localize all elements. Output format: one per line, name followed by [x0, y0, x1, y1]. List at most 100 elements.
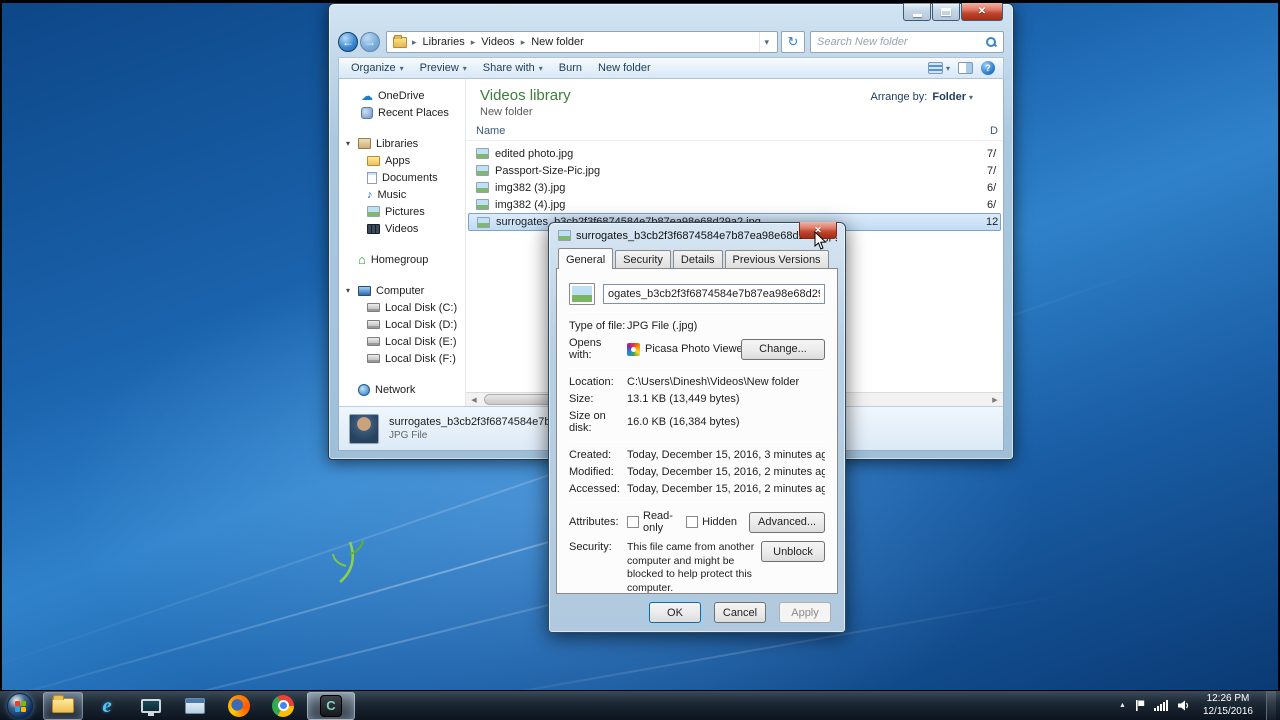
chevron-down-icon: ▾: [946, 64, 950, 73]
start-button[interactable]: [7, 693, 33, 719]
show-desktop-button[interactable]: [1266, 691, 1276, 720]
sidebar-item-music[interactable]: ♪ Music: [339, 186, 465, 203]
breadcrumb-item-libraries[interactable]: Libraries: [418, 34, 470, 50]
taskbar-explorer-button[interactable]: [43, 692, 83, 720]
search-input[interactable]: [817, 36, 985, 48]
taskbar-clock[interactable]: 12:26 PM 12/15/2016: [1203, 693, 1253, 718]
modified-value: Today, December 15, 2016, 2 minutes ago: [627, 466, 825, 478]
sidebar-item-local-disk-d[interactable]: Local Disk (D:): [339, 316, 465, 333]
refresh-button[interactable]: ↻: [781, 31, 805, 53]
advanced-button[interactable]: Advanced...: [749, 512, 825, 533]
sidebar-item-apps[interactable]: Apps: [339, 152, 465, 169]
cancel-button[interactable]: Cancel: [714, 602, 766, 623]
organize-menu[interactable]: Organize ▾: [343, 62, 412, 74]
ok-button[interactable]: OK: [649, 602, 701, 623]
sidebar-item-label: Network: [375, 384, 415, 396]
share-with-menu[interactable]: Share with ▾: [475, 62, 551, 74]
breadcrumb-item-videos[interactable]: Videos: [476, 34, 519, 50]
details-file-name: surrogates_b3cb2f3f6874584e7b87: [389, 416, 563, 428]
preview-menu[interactable]: Preview ▾: [412, 62, 475, 74]
filename-input[interactable]: [603, 284, 825, 304]
help-button[interactable]: ?: [981, 61, 995, 75]
scroll-left-icon[interactable]: ◀: [466, 393, 482, 406]
security-text: This file came from another computer and…: [627, 541, 761, 594]
breadcrumb-dropdown[interactable]: ▾: [759, 32, 773, 52]
disk-icon: [367, 354, 380, 363]
arrange-by-value: Folder: [932, 91, 966, 103]
action-center-flag-icon[interactable]: [1135, 699, 1145, 712]
change-view-button[interactable]: ▾: [928, 62, 950, 74]
sidebar-item-videos[interactable]: Videos: [339, 220, 465, 237]
file-row[interactable]: Passport-Size-Pic.jpg 7/: [468, 162, 1001, 179]
created-label: Created:: [569, 449, 627, 461]
readonly-checkbox[interactable]: [627, 516, 639, 528]
file-row[interactable]: img382 (3).jpg 6/: [468, 179, 1001, 196]
tray-up-arrow-icon[interactable]: ▲: [1119, 702, 1126, 709]
sidebar-item-local-disk-e[interactable]: Local Disk (E:): [339, 333, 465, 350]
burn-button[interactable]: Burn: [551, 62, 590, 74]
scroll-right-icon[interactable]: ▶: [987, 393, 1003, 406]
sidebar-item-local-disk-f[interactable]: Local Disk (F:): [339, 350, 465, 367]
column-header-name[interactable]: Name: [476, 125, 505, 137]
image-file-icon: [476, 148, 489, 159]
column-header-date[interactable]: D: [990, 125, 1002, 137]
sidebar-item-recent-places[interactable]: Recent Places: [339, 104, 465, 121]
explorer-folder-icon: [52, 698, 74, 713]
sidebar-item-documents[interactable]: Documents: [339, 169, 465, 186]
details-file-type: JPG File: [389, 430, 563, 441]
tab-details[interactable]: Details: [673, 250, 723, 269]
expander-icon[interactable]: ▾: [343, 286, 353, 295]
forward-icon: →: [364, 35, 376, 49]
new-folder-button[interactable]: New folder: [590, 62, 659, 74]
unblock-button[interactable]: Unblock: [761, 541, 825, 562]
sidebar-item-libraries[interactable]: ▾ Libraries: [339, 135, 465, 152]
file-row[interactable]: edited photo.jpg 7/: [468, 145, 1001, 162]
sidebar-item-network[interactable]: Network: [339, 381, 465, 398]
sidebar-item-computer[interactable]: ▾ Computer: [339, 282, 465, 299]
tab-general[interactable]: General: [558, 248, 613, 269]
image-file-icon: [558, 230, 571, 241]
breadcrumb-item-new-folder[interactable]: New folder: [526, 34, 589, 50]
recent-places-icon: [361, 107, 373, 119]
taskbar-media-button[interactable]: [131, 692, 171, 720]
hidden-checkbox[interactable]: [686, 516, 698, 528]
search-icon[interactable]: [985, 36, 997, 48]
close-button[interactable]: ✕: [961, 3, 1003, 21]
chrome-icon: [272, 695, 294, 717]
sidebar-item-label: Computer: [376, 285, 424, 297]
arrange-by-dropdown[interactable]: Folder ▾: [932, 91, 973, 103]
dialog-footer: OK Cancel Apply: [649, 602, 831, 623]
forward-button[interactable]: →: [360, 32, 380, 52]
taskbar-firefox-button[interactable]: [219, 692, 259, 720]
taskbar-ie-button[interactable]: e: [87, 692, 127, 720]
expander-icon[interactable]: ▾: [343, 139, 353, 148]
sidebar-item-onedrive[interactable]: ☁ OneDrive: [339, 87, 465, 104]
dialog-tabs: General Security Details Previous Versio…: [556, 250, 838, 269]
taskbar-app-button[interactable]: [175, 692, 215, 720]
sidebar-item-pictures[interactable]: Pictures: [339, 203, 465, 220]
back-button[interactable]: ←: [338, 32, 358, 52]
size-label: Size:: [569, 393, 627, 405]
network-icon[interactable]: [1154, 700, 1168, 711]
change-button[interactable]: Change...: [741, 339, 825, 360]
sidebar-item-local-disk-c[interactable]: Local Disk (C:): [339, 299, 465, 316]
preview-pane-button[interactable]: [958, 62, 973, 74]
minimize-button[interactable]: [903, 3, 931, 21]
screen: ✕ ← → ▸ Libraries ▸ Videos ▸ New folder …: [0, 0, 1280, 720]
apply-button[interactable]: Apply: [779, 602, 831, 623]
sidebar-item-homegroup[interactable]: ⌂ Homegroup: [339, 251, 465, 268]
tab-security[interactable]: Security: [615, 250, 671, 269]
created-value: Today, December 15, 2016, 3 minutes ago: [627, 449, 825, 461]
maximize-button[interactable]: [932, 3, 960, 21]
taskbar-chrome-button[interactable]: [263, 692, 303, 720]
breadcrumb[interactable]: ▸ Libraries ▸ Videos ▸ New folder ▾: [386, 31, 778, 53]
column-header-row: Name D: [466, 122, 1003, 141]
taskbar-camtasia-button[interactable]: C: [307, 692, 355, 720]
search-box[interactable]: [810, 31, 1004, 53]
file-row[interactable]: img382 (4).jpg 6/: [468, 196, 1001, 213]
refresh-icon: ↻: [788, 34, 799, 50]
volume-icon[interactable]: [1177, 699, 1190, 712]
attributes-label: Attributes:: [569, 516, 627, 528]
tab-previous-versions[interactable]: Previous Versions: [725, 250, 829, 269]
size-value: 13.1 KB (13,449 bytes): [627, 393, 825, 405]
